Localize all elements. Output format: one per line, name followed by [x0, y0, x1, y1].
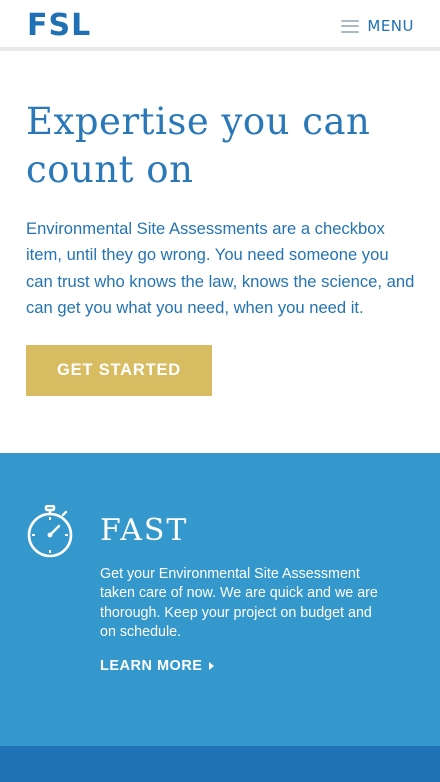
caret-right-icon [209, 662, 215, 670]
menu-label: MENU [367, 17, 414, 35]
header-divider [0, 47, 440, 51]
page: FSL MENU Expertise you can count on Envi… [0, 0, 440, 782]
feature-title: FAST [100, 513, 189, 548]
menu-button[interactable]: MENU [341, 14, 414, 38]
site-logo[interactable]: FSL [27, 9, 91, 43]
learn-more-label: LEARN MORE [100, 658, 203, 674]
stopwatch-icon [27, 505, 73, 558]
site-header: FSL MENU [0, 0, 440, 48]
learn-more-link[interactable]: LEARN MORE [100, 658, 215, 674]
get-started-button[interactable]: GET STARTED [26, 345, 212, 396]
hero-title: Expertise you can count on [26, 100, 371, 191]
feature-fast-section: FAST Get your Environmental Site Assessm… [0, 453, 440, 746]
feature-description: Get your Environmental Site Assessment t… [100, 566, 378, 640]
hero-description: Environmental Site Assessments are a che… [26, 219, 415, 317]
hamburger-icon [341, 19, 360, 33]
next-section-band [0, 746, 440, 782]
